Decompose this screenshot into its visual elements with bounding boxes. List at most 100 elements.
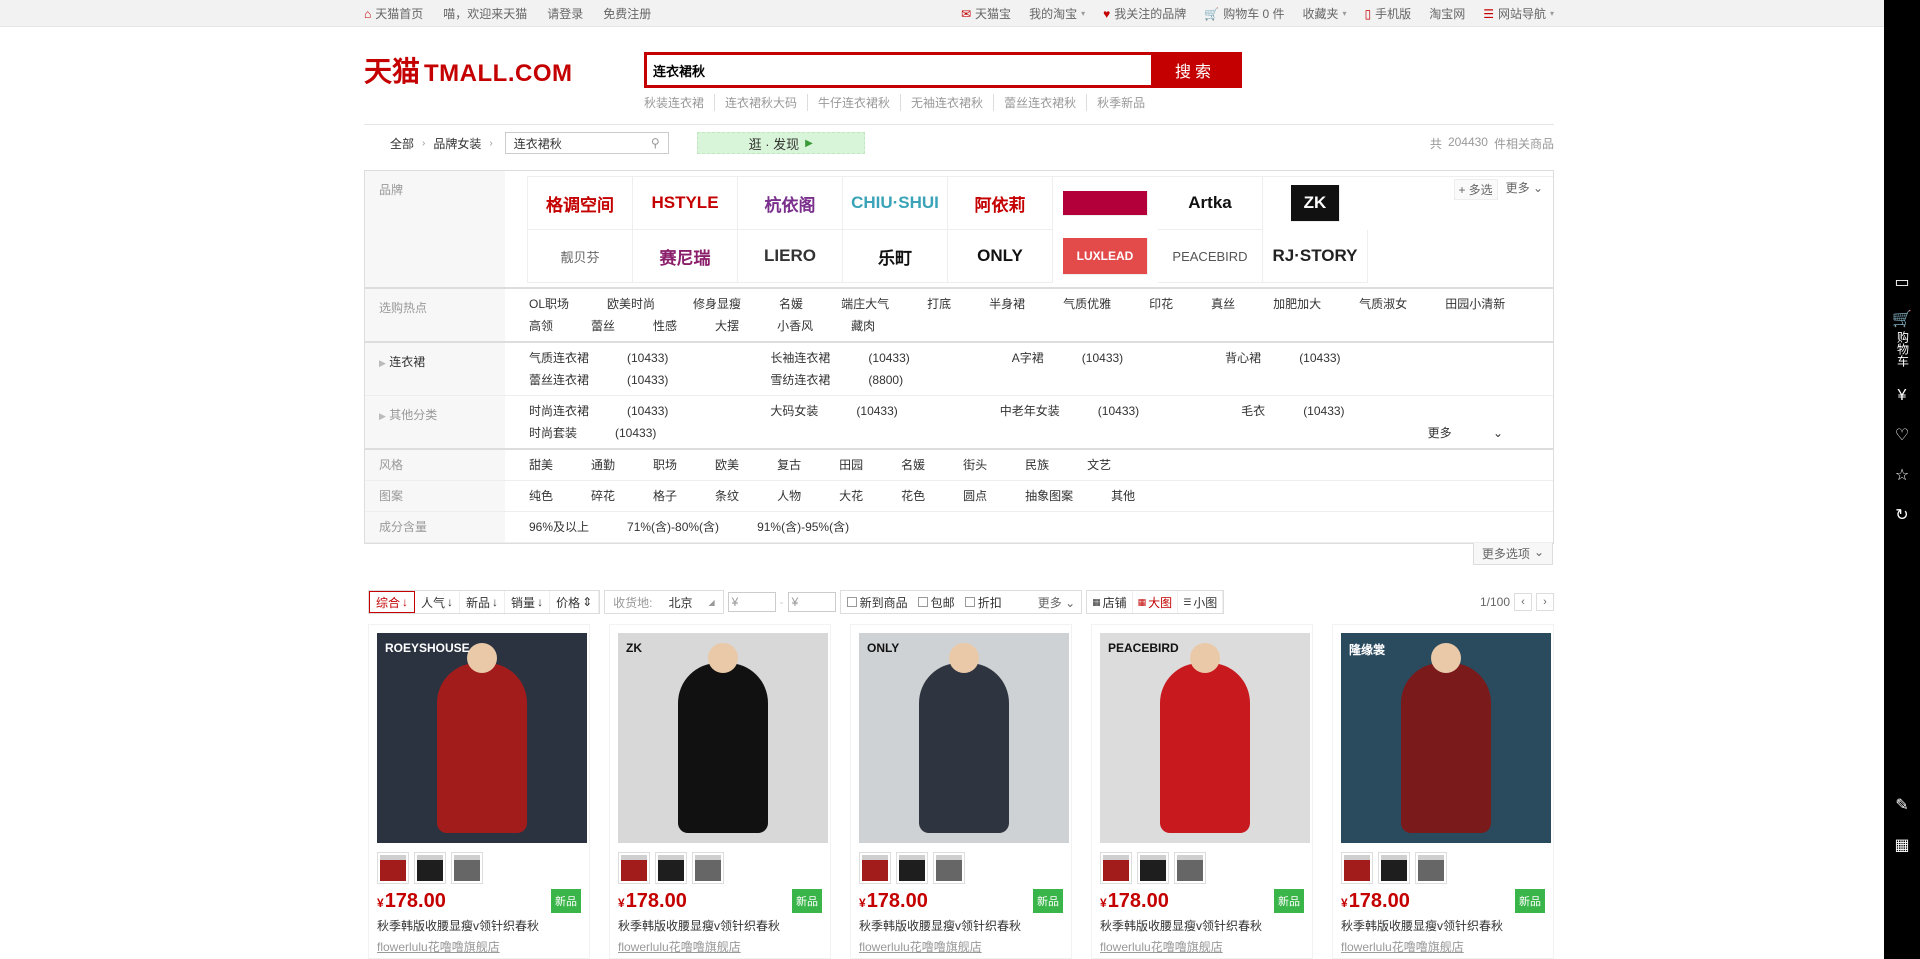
view-shop[interactable]: ▦ 店铺 <box>1087 591 1133 613</box>
tianmaobao-link[interactable]: ✉ 天猫宝 <box>961 5 1011 22</box>
brand-logo[interactable]: ZK <box>1291 185 1340 222</box>
price-max-input[interactable]: ¥ <box>787 592 836 612</box>
brand-logo[interactable]: HSTYLE <box>633 177 738 230</box>
filter-option[interactable]: 职场 <box>653 454 677 476</box>
other-more-button[interactable]: 更多 ⌄ <box>1428 422 1541 444</box>
price-min-input[interactable]: ¥ <box>727 592 776 612</box>
thumbnail[interactable] <box>377 852 409 884</box>
sort-popularity[interactable]: 人气 ↓ <box>415 591 461 613</box>
category-option[interactable]: 中老年女装 (10433) <box>1000 400 1177 422</box>
hotword-link[interactable]: 秋装连衣裙 <box>644 94 714 111</box>
crumb-all[interactable]: 全部 <box>390 135 414 152</box>
thumbnail[interactable] <box>618 852 650 884</box>
filter-option[interactable]: 高领 <box>529 315 553 337</box>
taobao-link[interactable]: 淘宝网 <box>1429 5 1465 22</box>
brand-logo[interactable]: PEACEBIRD <box>1158 230 1263 283</box>
category-option[interactable]: 雪纺连衣裙 (8800) <box>770 369 941 391</box>
category-option[interactable]: 蕾丝连衣裙 (10433) <box>529 369 706 391</box>
brand-logo[interactable]: 靓贝芬 <box>528 230 633 283</box>
filter-option[interactable]: 田园 <box>839 454 863 476</box>
brand-logo[interactable]: RJ·STORY <box>1263 230 1368 283</box>
filter-option[interactable]: 条纹 <box>715 485 739 507</box>
thumbnail[interactable] <box>451 852 483 884</box>
filter-option[interactable]: 性感 <box>653 315 677 337</box>
product-card[interactable]: ZK ¥178.00 新品 秋季韩版收腰显瘦v领针织春秋 flowerlulu花噜噜旗舰… <box>609 624 831 959</box>
filter-option[interactable]: OL职场 <box>529 293 569 315</box>
view-large[interactable]: ▦ 大图 <box>1133 591 1179 613</box>
filter-option[interactable]: 名媛 <box>779 293 803 315</box>
hotword-link[interactable]: 秋季新品 <box>1086 94 1155 111</box>
shop-link[interactable]: flowerlulu花噜噜旗舰店 <box>1100 938 1304 955</box>
check-new[interactable]: 新到商品 <box>846 594 908 611</box>
product-image[interactable]: ROEYSHOUSE <box>377 633 587 843</box>
followed-brands-link[interactable]: ♥ 我关注的品牌 <box>1103 5 1186 22</box>
filter-option[interactable]: 大花 <box>839 485 863 507</box>
multi-select-button[interactable]: + 多选 <box>1453 179 1498 200</box>
brand-logo[interactable]: 杭依阁 <box>738 177 843 230</box>
category-option[interactable]: 长袖连衣裙 (10433) <box>770 347 947 369</box>
product-card[interactable]: 隆缘裳 ¥178.00 新品 秋季韩版收腰显瘦v领针织春秋 flowerlulu花噜噜旗… <box>1332 624 1554 959</box>
brand-logo[interactable]: 乐町 <box>843 230 948 283</box>
sidebar-cart[interactable]: 🛒 购物车 <box>1892 312 1912 368</box>
thumbnail[interactable] <box>859 852 891 884</box>
sort-new[interactable]: 新品 ↓ <box>460 591 506 613</box>
heart-icon[interactable]: ♡ <box>1895 425 1909 445</box>
product-title[interactable]: 秋季韩版收腰显瘦v领针织春秋 <box>859 917 1063 934</box>
favorites-menu[interactable]: 收藏夹 ▾ <box>1303 5 1347 22</box>
thumbnail[interactable] <box>1137 852 1169 884</box>
product-title[interactable]: 秋季韩版收腰显瘦v领针织春秋 <box>1100 917 1304 934</box>
filter-option[interactable]: 圆点 <box>963 485 987 507</box>
filter-option[interactable]: 碎花 <box>591 485 615 507</box>
category-option[interactable]: 毛衣 (10433) <box>1241 400 1382 422</box>
filter-option[interactable]: 藏肉 <box>851 315 875 337</box>
edit-icon[interactable]: ✎ <box>1895 795 1908 815</box>
filter-option[interactable]: 其他 <box>1111 485 1135 507</box>
filter-option[interactable]: 花色 <box>901 485 925 507</box>
location-select[interactable]: 收货地: 北京 ◢ <box>604 590 724 614</box>
filter-option[interactable]: 端庄大气 <box>841 293 889 315</box>
yen-icon[interactable]: ¥ <box>1898 387 1907 405</box>
thumbnail[interactable] <box>1100 852 1132 884</box>
crumb-search-field[interactable]: 连衣裙秋 ⚲ <box>504 132 669 154</box>
filter-option[interactable]: 96%及以上 <box>529 516 589 538</box>
hotword-link[interactable]: 连衣裙秋大码 <box>714 94 807 111</box>
hotword-link[interactable]: 蕾丝连衣裙秋 <box>993 94 1086 111</box>
filter-option[interactable]: 打底 <box>927 293 951 315</box>
filter-option[interactable]: 印花 <box>1149 293 1173 315</box>
category-option[interactable]: 背心裙 (10433) <box>1225 347 1378 369</box>
hotword-link[interactable]: 无袖连衣裙秋 <box>900 94 993 111</box>
search-input[interactable] <box>647 55 1151 85</box>
star-icon[interactable]: ☆ <box>1895 465 1909 485</box>
thumbnail[interactable] <box>655 852 687 884</box>
shop-link[interactable]: flowerlulu花噜噜旗舰店 <box>859 938 1063 955</box>
brand-logo[interactable]: Artka <box>1158 177 1263 230</box>
hotword-link[interactable]: 牛仔连衣裙秋 <box>807 94 900 111</box>
filter-option[interactable]: 复古 <box>777 454 801 476</box>
crumb-category[interactable]: 品牌女装 <box>433 135 481 152</box>
check-discount[interactable]: 折扣 <box>964 594 1002 611</box>
filter-option[interactable]: 甜美 <box>529 454 553 476</box>
filter-option[interactable]: 抽象图案 <box>1025 485 1073 507</box>
filter-option[interactable]: 蕾丝 <box>591 315 615 337</box>
brand-logo[interactable]: LUXLEAD <box>1063 238 1148 275</box>
product-image[interactable]: PEACEBIRD <box>1100 633 1310 843</box>
shop-link[interactable]: flowerlulu花噜噜旗舰店 <box>377 938 581 955</box>
home-link[interactable]: ⌂ 天猫首页 <box>364 5 423 22</box>
filter-option[interactable]: 修身显瘦 <box>693 293 741 315</box>
check-freeship[interactable]: 包邮 <box>917 594 955 611</box>
filter-option[interactable]: 真丝 <box>1211 293 1235 315</box>
thumbnail[interactable] <box>896 852 928 884</box>
filter-option[interactable]: 半身裙 <box>989 293 1025 315</box>
more-options-button[interactable]: 更多选项 ⌄ <box>1472 543 1553 565</box>
thumbnail[interactable] <box>414 852 446 884</box>
filter-option[interactable]: 气质淑女 <box>1359 293 1407 315</box>
history-icon[interactable]: ↻ <box>1895 505 1908 525</box>
site-nav-menu[interactable]: ☰ 网站导航 ▾ <box>1483 5 1554 22</box>
thumbnail[interactable] <box>1341 852 1373 884</box>
filter-option[interactable]: 人物 <box>777 485 801 507</box>
product-card[interactable]: ONLY ¥178.00 新品 秋季韩版收腰显瘦v领针织春秋 flowerlulu花噜噜… <box>850 624 1072 959</box>
product-title[interactable]: 秋季韩版收腰显瘦v领针织春秋 <box>377 917 581 934</box>
category-option[interactable]: A字裙 (10433) <box>1012 347 1161 369</box>
product-card[interactable]: ROEYSHOUSE ¥178.00 新品 秋季韩版收腰显瘦v领针织春秋 flowerl… <box>368 624 590 959</box>
thumbnail[interactable] <box>1378 852 1410 884</box>
